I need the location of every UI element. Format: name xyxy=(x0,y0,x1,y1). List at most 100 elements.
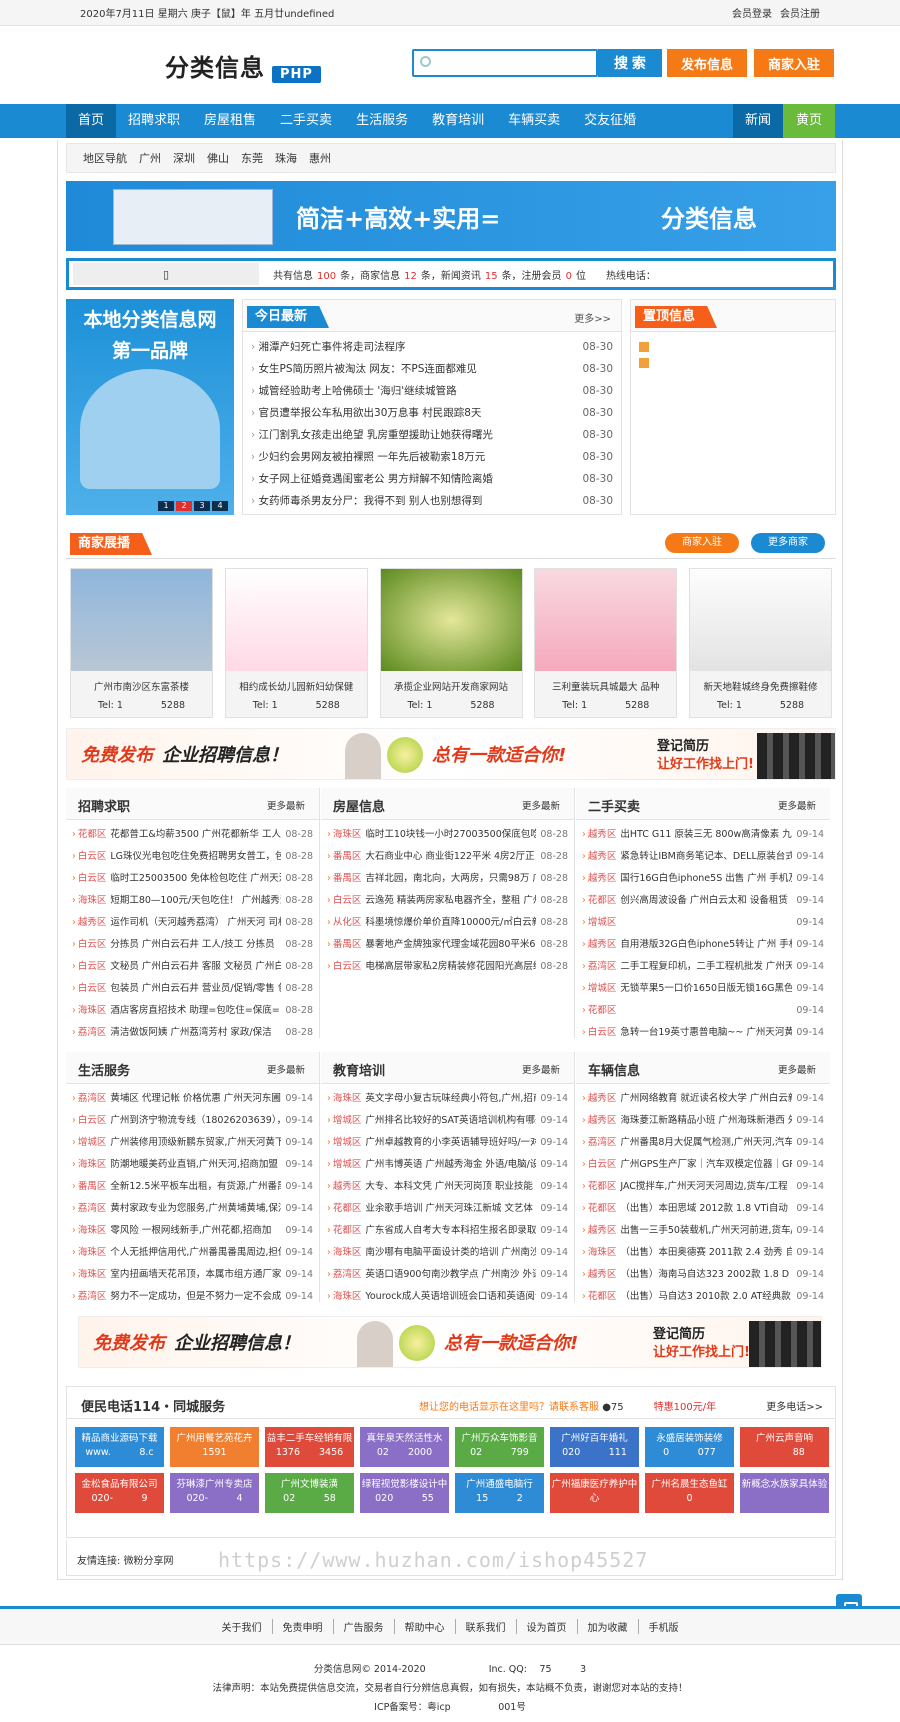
footer-link[interactable]: 设为首页 xyxy=(517,1619,578,1634)
footer-link[interactable]: 加为收藏 xyxy=(578,1619,639,1634)
promo-slider[interactable]: 本地分类信息网 第一品牌 1 2 3 4 xyxy=(66,299,234,515)
list-item[interactable]: › 花都区 JAC搅拌车,广州天河天河周边,货车/工程 09-14 xyxy=(582,1176,824,1198)
list-item[interactable]: › 白云区 包装员 广州白云石井 营业员/促销/零售 包 08-28 xyxy=(72,978,313,1000)
footer-link[interactable]: 广告服务 xyxy=(334,1619,395,1634)
merchant-card[interactable]: 广州市南沙区东富茶楼 Tel: 1 5288 xyxy=(70,568,213,718)
list-item[interactable]: › 越秀区 国行16G白色iphone5S 出售 广州 手机及 09-14 xyxy=(582,868,824,890)
recruit-ad-banner-2[interactable]: 免费发布 企业招聘信息！ 总有一款适合你! 登记简历 让好工作找上门! xyxy=(78,1316,822,1368)
list-item[interactable]: › 增城区 09-14 xyxy=(582,912,824,934)
list-item[interactable]: › 海珠区 英文字母小复古玩味经典小符包,广州,招商 09-14 xyxy=(327,1088,568,1110)
slider-dot[interactable]: 4 xyxy=(212,501,228,511)
list-item[interactable]: › 越秀区 海珠菱江新路精品小班 广州海珠新港西 外 09-14 xyxy=(582,1110,824,1132)
list-item[interactable]: › 海珠区 个人无抵押信用代,广州番禺番禺周边,担保/09-14 xyxy=(72,1242,313,1264)
nav-home[interactable]: 首页 xyxy=(66,104,117,138)
list-item[interactable]: › 增城区 广州韦博英语 广州越秀海金 外语/电脑/设 09-14 xyxy=(327,1154,568,1176)
nav-yellow-pages[interactable]: 黄页 xyxy=(783,104,835,138)
slider-dot[interactable]: 1 xyxy=(158,501,174,511)
list-item[interactable]: › 海珠区 室内扭画墙天花吊顶，本属市组方通厂家、 09-14 xyxy=(72,1264,313,1286)
news-item[interactable]: 女生PS简历照片被淘汰 网友：不PS连面都难见08-30 xyxy=(251,358,613,380)
list-item[interactable]: › 白云区 广州GPS生产厂家｜汽车双模定位器｜GP 09-14 xyxy=(582,1154,824,1176)
region-city[interactable]: 深圳 xyxy=(173,150,195,166)
list-item[interactable]: › 番禺区 吉祥北园，南北向，大两房，只需98万 广 08-28 xyxy=(327,868,568,890)
service-tile[interactable]: 永盛居装饰装修 0 077 xyxy=(645,1427,734,1467)
news-item[interactable]: 少妇约会男网友被拍裸照 一年先后被勒索18万元08-30 xyxy=(251,446,613,468)
region-city[interactable]: 珠海 xyxy=(275,150,297,166)
list-item[interactable]: › 海珠区 临时工10块钱一小时27003500保底包吃 08-28 xyxy=(327,824,568,846)
list-item[interactable]: › 白云区 电梯高层带家私2房精装修花园阳光高层绿 08-28 xyxy=(327,956,568,978)
service-tile[interactable]: 广州云声音响 88 xyxy=(740,1427,829,1467)
service-tile[interactable]: 广州好百年婚礼 020 111 xyxy=(550,1427,639,1467)
list-item[interactable]: › 番禺区 大石商业中心 商业街122平米 4房2厅正 08-28 xyxy=(327,846,568,868)
list-item[interactable]: › 白云区 LG珠仪光电包吃住免费招聘男女普工，包 08-28 xyxy=(72,846,313,868)
list-item[interactable]: › 花都区 业余歌手培训 广州天河珠江新城 文艺体 09-14 xyxy=(327,1198,568,1220)
news-item[interactable]: 江门割乳女孩走出绝望 乳房重塑援助让她获得曙光08-30 xyxy=(251,424,613,446)
category-more-link[interactable]: 更多最新 xyxy=(522,798,560,812)
news-item[interactable]: 城管经验助考上哈佛硕士 '海归'继续城管路08-30 xyxy=(251,380,613,402)
news-item[interactable]: 官员遭举报公车私用欲出30万息事 村民跟踪8天08-30 xyxy=(251,402,613,424)
nav-jobs[interactable]: 招聘求职 xyxy=(116,104,192,138)
list-item[interactable]: › 白云区 广州到济宁物流专线（18026203639），广 09-14 xyxy=(72,1110,313,1132)
list-item[interactable]: › 海珠区 酒店客房直招技术 助理=包吃住=保底=日 08-28 xyxy=(72,1000,313,1022)
list-item[interactable]: › 花都区 花都普工&均薪3500 广州花都新华 工人/技 08-28 xyxy=(72,824,313,846)
list-item[interactable]: › 越秀区 紧急转让IBM商务笔记本、DELL原装台式 09-14 xyxy=(582,846,824,868)
merchant-card[interactable]: 三利童装玩具城最大 品种 Tel: 1 5288 xyxy=(534,568,678,718)
list-item[interactable]: › 花都区 创兴高周波设备 广州白云太和 设备租赁 09-14 xyxy=(582,890,824,912)
merchant-join-small-button[interactable]: 商家入驻 xyxy=(665,533,739,553)
nav-life[interactable]: 生活服务 xyxy=(344,104,420,138)
list-item[interactable]: › 越秀区 广州网络教育 就近读名校大学 广州白云新 09-14 xyxy=(582,1088,824,1110)
service-tile[interactable]: 广州福康医疗养护中心 xyxy=(550,1473,639,1513)
list-item[interactable]: › 番禺区 暴奢地产金牌独家代理金域花园80平米69 08-28 xyxy=(327,934,568,956)
service-tile[interactable]: 绿程视觉影楼设计中 020 55 xyxy=(360,1473,449,1513)
service-tile[interactable]: 芬琳漆广州专卖店 020- 4 xyxy=(170,1473,259,1513)
slider-dot[interactable]: 2 xyxy=(176,501,192,511)
recruit-ad-banner[interactable]: 免费发布 企业招聘信息！ 总有一款适合你! 登记简历 让好工作找上门! xyxy=(66,728,836,780)
search-button[interactable]: 搜 索 xyxy=(598,49,662,77)
login-link[interactable]: 会员登录 xyxy=(732,9,772,20)
service-question[interactable]: 想让您的电话显示在这里吗？请联系客服 ●75 特惠100元/年 xyxy=(419,1398,716,1413)
category-more-link[interactable]: 更多最新 xyxy=(778,798,816,812)
service-tile[interactable]: 广州万众车饰影音 02 799 xyxy=(455,1427,544,1467)
merchant-card[interactable]: 相约成长幼儿园新妇幼保健 Tel: 1 5288 xyxy=(224,568,368,718)
post-info-button[interactable]: 发布信息 xyxy=(667,49,747,77)
nav-secondhand[interactable]: 二手买卖 xyxy=(268,104,344,138)
more-merchants-button[interactable]: 更多商家 xyxy=(751,533,825,553)
footer-link[interactable]: 免责申明 xyxy=(273,1619,334,1634)
list-item[interactable]: › 白云区 云逸苑 精装两房家私电器齐全，整租 广州 08-28 xyxy=(327,890,568,912)
list-item[interactable]: › 花都区 （出售）马自达3 2010款 2.0 AT经典款 09-14 xyxy=(582,1286,824,1308)
service-tile[interactable]: 广州文博装潢 02 58 xyxy=(265,1473,354,1513)
category-more-link[interactable]: 更多最新 xyxy=(522,1062,560,1076)
region-city[interactable]: 惠州 xyxy=(309,150,331,166)
list-item[interactable]: › 荔湾区 二手工程复印机，二手工程机批发 广州天 09-14 xyxy=(582,956,824,978)
list-item[interactable]: › 白云区 临时工25003500 免体检包吃住 广州天河 08-28 xyxy=(72,868,313,890)
list-item[interactable]: › 荔湾区 黄埔区 代理记帐 价格优惠 广州天河东圃、 09-14 xyxy=(72,1088,313,1110)
list-item[interactable]: › 花都区 （出售）本田思域 2012款 1.8 VTi自动 09-14 xyxy=(582,1198,824,1220)
footer-link[interactable]: 关于我们 xyxy=(212,1619,273,1634)
footer-link[interactable]: 帮助中心 xyxy=(395,1619,456,1634)
list-item[interactable]: › 海珠区 Yourock成人英语培训班会口语和英语阅读 09-14 xyxy=(327,1286,568,1308)
category-more-link[interactable]: 更多最新 xyxy=(267,798,305,812)
news-item[interactable]: 女子网上征婚竟遇闺蜜老公 男方辩解不知情险离婚08-30 xyxy=(251,468,613,490)
slider-dot[interactable]: 3 xyxy=(194,501,210,511)
list-item[interactable]: › 增城区 广州装修用顶级新鹏东贸家,广州天河黄下、 09-14 xyxy=(72,1132,313,1154)
today-more-link[interactable]: 更多>> xyxy=(574,310,611,325)
list-item[interactable]: › 越秀区 （出售）海南马自达323 2002款 1.8 D 09-14 xyxy=(582,1264,824,1286)
list-item[interactable]: › 花都区 广东省成人自考大专本科招生报名即录取 09-14 xyxy=(327,1220,568,1242)
region-city[interactable]: 广州 xyxy=(139,150,161,166)
top-info-icon[interactable] xyxy=(639,358,649,368)
category-more-link[interactable]: 更多最新 xyxy=(778,1062,816,1076)
list-item[interactable]: › 越秀区 运作司机（天河越秀荔湾） 广州天河 司机 08-28 xyxy=(72,912,313,934)
list-item[interactable]: › 越秀区 大专、本科文凭 广州天河岗顶 职业技能 09-14 xyxy=(327,1176,568,1198)
list-item[interactable]: ›增城区广州卓越教育的小李英语辅导班好吗/一对一补09-14 xyxy=(327,1132,568,1154)
list-item[interactable]: › 荔湾区 清洁做饭阿姨 广州荔湾芳村 家政/保洁 08-28 xyxy=(72,1022,313,1044)
service-tile[interactable]: 新概念水族家具体验 xyxy=(740,1473,829,1513)
friend-link[interactable]: 微粉分享网 xyxy=(124,1556,174,1567)
nav-education[interactable]: 教育培训 xyxy=(420,104,496,138)
search-input[interactable] xyxy=(412,49,598,77)
news-item[interactable]: 湘潭产妇死亡事件将走司法程序08-30 xyxy=(251,336,613,358)
list-item[interactable]: › 海珠区 零风险 一根网线新手,广州花都,招商加 09-14 xyxy=(72,1220,313,1242)
list-item[interactable]: › 白云区 文秘员 广州白云石井 客服 文秘员 广州白 08-28 xyxy=(72,956,313,978)
list-item[interactable]: › 海珠区 短期工80—100元/天包吃住！ 广州越秀流 08-28 xyxy=(72,890,313,912)
region-city[interactable]: 东莞 xyxy=(241,150,263,166)
service-tile[interactable]: 精品商业源码下载 www. 8.c xyxy=(75,1427,164,1467)
footer-link[interactable]: 联系我们 xyxy=(456,1619,517,1634)
